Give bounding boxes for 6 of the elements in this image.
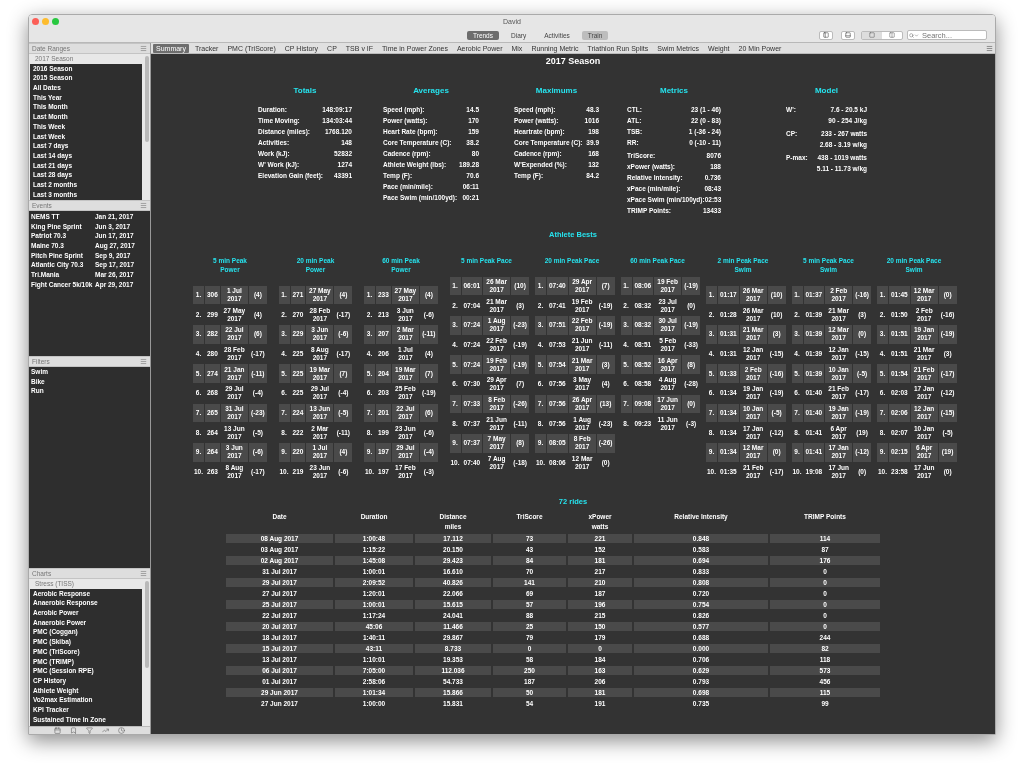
section-title: Averages	[412, 86, 450, 96]
section-title: Model	[813, 86, 840, 96]
section-title: Maximums	[534, 86, 579, 96]
summary-title: 2017 Season	[544, 55, 602, 67]
section-title: Totals	[292, 86, 318, 96]
section-title: Metrics	[659, 86, 689, 96]
